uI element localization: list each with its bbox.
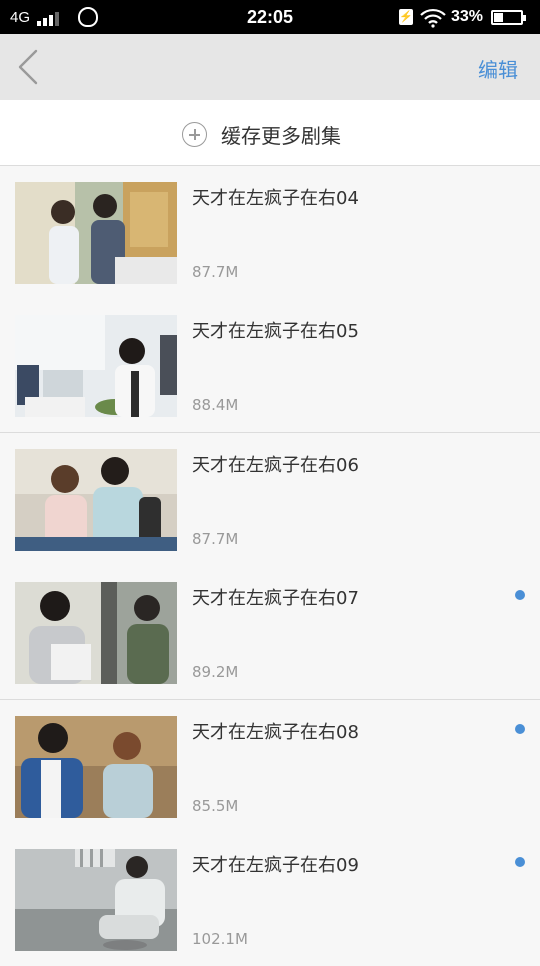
battery-percent: 33% bbox=[451, 8, 484, 25]
episode-thumbnail bbox=[15, 449, 177, 551]
episode-title: 天才在左疯子在右08 bbox=[192, 722, 359, 743]
battery-icon bbox=[491, 10, 526, 25]
episode-item[interactable]: 天才在左疯子在右05 88.4M bbox=[0, 299, 540, 432]
episode-thumbnail bbox=[15, 582, 177, 684]
episode-thumbnail bbox=[15, 716, 177, 818]
episode-title: 天才在左疯子在右09 bbox=[192, 855, 359, 876]
episode-thumbnail bbox=[15, 849, 177, 951]
episode-group: 天才在左疯子在右04 87.7M 天才在左疯子在右05 88.4M bbox=[0, 166, 540, 433]
episode-thumbnail bbox=[15, 182, 177, 284]
episode-size: 102.1M bbox=[192, 930, 248, 948]
episode-group: 天才在左疯子在右06 87.7M 天才在左疯子在右07 89.2M bbox=[0, 433, 540, 700]
episode-size: 89.2M bbox=[192, 663, 239, 681]
new-indicator-dot bbox=[515, 857, 525, 867]
episode-size: 87.7M bbox=[192, 530, 239, 548]
episode-size: 87.7M bbox=[192, 263, 239, 281]
cache-more-label: 缓存更多剧集 bbox=[221, 124, 341, 148]
episode-item[interactable]: 天才在左疯子在右09 102.1M bbox=[0, 833, 540, 966]
wifi-icon bbox=[420, 8, 446, 28]
episode-title: 天才在左疯子在右05 bbox=[192, 321, 359, 342]
title-bar: 编辑 bbox=[0, 34, 540, 100]
status-bar: 4G 22:05 ⚡ 33% bbox=[0, 0, 540, 34]
new-indicator-dot bbox=[515, 724, 525, 734]
episode-item[interactable]: 天才在左疯子在右07 89.2M bbox=[0, 566, 540, 699]
new-indicator-dot bbox=[515, 590, 525, 600]
episode-size: 88.4M bbox=[192, 396, 239, 414]
episode-title: 天才在左疯子在右06 bbox=[192, 455, 359, 476]
cache-more-button[interactable]: 缓存更多剧集 bbox=[0, 100, 540, 166]
episode-title: 天才在左疯子在右04 bbox=[192, 188, 359, 209]
episode-item[interactable]: 天才在左疯子在右06 87.7M bbox=[0, 433, 540, 566]
battery-level-fill bbox=[494, 13, 504, 22]
edit-button[interactable]: 编辑 bbox=[478, 54, 518, 83]
episode-list: 天才在左疯子在右04 87.7M 天才在左疯子在右05 88.4M 天才在左疯子… bbox=[0, 166, 540, 966]
plus-circle-icon bbox=[182, 122, 207, 147]
episode-group: 天才在左疯子在右08 85.5M 天才在左疯子在右09 102.1M bbox=[0, 700, 540, 966]
episode-size: 85.5M bbox=[192, 797, 239, 815]
episode-title: 天才在左疯子在右07 bbox=[192, 588, 359, 609]
episode-item[interactable]: 天才在左疯子在右04 87.7M bbox=[0, 166, 540, 299]
charging-icon: ⚡ bbox=[399, 9, 413, 25]
episode-item[interactable]: 天才在左疯子在右08 85.5M bbox=[0, 700, 540, 833]
episode-thumbnail bbox=[15, 315, 177, 417]
back-arrow-icon[interactable] bbox=[14, 48, 44, 86]
